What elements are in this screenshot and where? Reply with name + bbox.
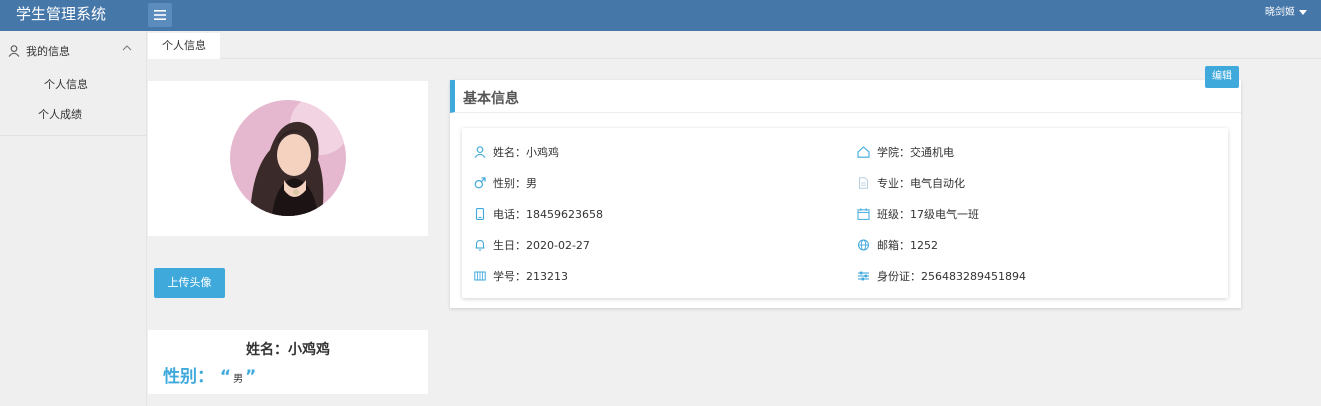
user-icon	[8, 45, 20, 57]
field-id-card-text: 身份证：256483289451894	[877, 270, 1026, 283]
sidebar-item-personal-grades[interactable]: 个人成绩	[0, 101, 146, 131]
field-class: 班级：17级电气一班	[857, 206, 979, 222]
field-phone: 电话：18459623658	[474, 206, 603, 222]
field-phone-text: 电话：18459623658	[493, 208, 603, 221]
menu-toggle-button[interactable]	[148, 3, 172, 27]
id-grid-icon	[474, 271, 486, 281]
tab-bar: 个人信息	[148, 31, 1321, 59]
sidebar-group-label: 我的信息	[26, 45, 70, 58]
summary-gender: 性别： “男”	[163, 362, 256, 387]
field-gender: 性别：男	[474, 175, 537, 191]
field-student-id: 学号：213213	[474, 268, 568, 284]
sidebar-group-my-info[interactable]: 我的信息	[0, 31, 146, 71]
male-icon	[474, 177, 486, 189]
close-quote: ”	[245, 367, 257, 387]
field-college: 学院：交通机电	[857, 144, 954, 160]
summary-name: 姓名：小鸡鸡	[246, 342, 330, 358]
open-quote: “	[219, 367, 232, 387]
home-icon	[857, 146, 870, 158]
user-menu[interactable]: 晓剑姬	[1265, 0, 1307, 31]
chevron-up-icon	[122, 45, 132, 51]
field-college-text: 学院：交通机电	[877, 146, 954, 159]
upload-avatar-button[interactable]: 上传头像	[154, 268, 225, 298]
document-icon	[859, 177, 868, 189]
panel-title: 基本信息	[463, 91, 519, 107]
gender-value: 男	[233, 374, 244, 385]
field-name-text: 姓名：小鸡鸡	[493, 146, 559, 159]
field-class-text: 班级：17级电气一班	[877, 208, 979, 221]
field-email: 邮箱：1252	[857, 237, 938, 253]
field-email-text: 邮箱：1252	[877, 239, 938, 252]
username: 晓剑姬	[1265, 7, 1295, 18]
field-birthday: 生日：2020-02-27	[474, 237, 590, 253]
info-card: 姓名：小鸡鸡 性别：男 电话：18459623658 生日：2020-02-27	[462, 128, 1228, 298]
field-major: 专业：电气自动化	[857, 175, 965, 191]
edit-button[interactable]: 编辑	[1205, 66, 1239, 88]
field-id-card: 身份证：256483289451894	[857, 268, 1026, 284]
field-major-text: 专业：电气自动化	[877, 177, 965, 190]
tab-personal-info[interactable]: 个人信息	[148, 33, 220, 59]
field-name: 姓名：小鸡鸡	[474, 144, 559, 160]
app-title: 学生管理系统	[16, 5, 107, 23]
sidebar-divider	[0, 135, 146, 136]
field-gender-text: 性别：男	[493, 177, 537, 190]
gender-label: 性别：	[163, 367, 214, 387]
avatar-card	[148, 81, 428, 236]
field-birthday-text: 生日：2020-02-27	[493, 239, 590, 252]
bell-icon	[475, 239, 485, 251]
calendar-icon	[857, 208, 870, 220]
panel-header: 基本信息	[450, 80, 1241, 113]
avatar	[230, 100, 346, 216]
top-navbar: 学生管理系统 晓剑姬	[0, 0, 1321, 31]
sidebar: 我的信息 个人信息 个人成绩	[0, 31, 147, 406]
basic-info-panel: 基本信息 姓名：小鸡鸡 性别：男 电话：18459623658 生日：2020-…	[450, 80, 1241, 308]
caret-down-icon	[1299, 9, 1307, 15]
user-icon	[474, 146, 486, 158]
phone-icon	[475, 208, 485, 220]
hamburger-icon	[154, 10, 166, 20]
sliders-icon	[858, 271, 869, 281]
summary-card: 姓名：小鸡鸡 性别： “男”	[148, 330, 428, 394]
field-student-id-text: 学号：213213	[493, 270, 568, 283]
sidebar-item-personal-info[interactable]: 个人信息	[0, 71, 146, 101]
globe-icon	[858, 239, 869, 251]
